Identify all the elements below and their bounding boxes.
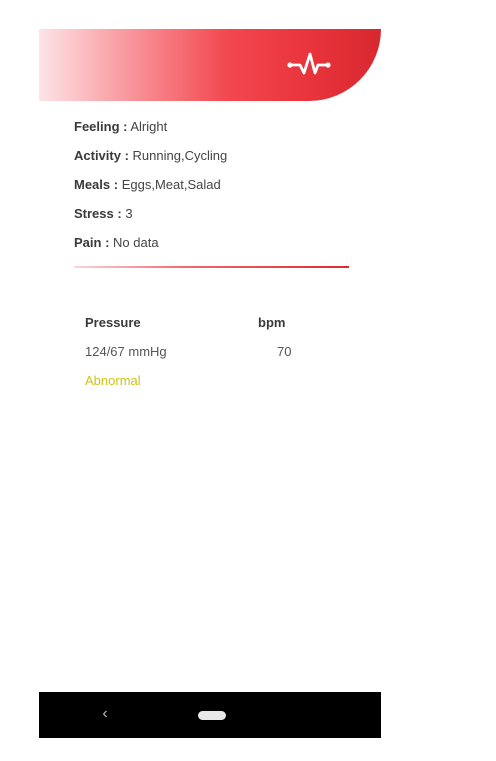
stress-row: Stress : 3 [74,205,354,234]
stress-value: 3 [125,206,133,221]
bpm-header: bpm [258,315,286,330]
pain-value: No data [113,235,159,250]
header-banner [39,29,381,101]
activity-row: Activity : Running,Cycling [74,147,354,176]
stress-label: Stress : [74,206,122,221]
feeling-row: Feeling : Alright [74,118,354,147]
meals-row: Meals : Eggs,Meat,Salad [74,176,354,205]
app-screen: Feeling : Alright Activity : Running,Cyc… [39,29,381,738]
heartbeat-icon [287,52,331,75]
home-button[interactable] [198,711,226,720]
pain-row: Pain : No data [74,234,354,263]
meals-value: Eggs,Meat,Salad [121,177,221,192]
bpm-value: 70 [277,344,292,359]
pain-label: Pain : [74,235,110,250]
back-button[interactable]: ‹ [97,704,113,724]
status-badge: Abnormal [85,373,141,388]
feeling-value: Alright [130,119,168,134]
pressure-value: 124/67 mmHg [85,344,167,359]
section-divider [74,266,349,268]
pressure-header: Pressure [85,315,141,330]
system-nav-bar: ‹ [39,692,381,738]
meals-label: Meals : [74,177,119,192]
daily-log-details: Feeling : Alright Activity : Running,Cyc… [74,118,354,263]
activity-value: Running,Cycling [132,148,228,163]
activity-label: Activity : [74,148,129,163]
feeling-label: Feeling : [74,119,128,134]
